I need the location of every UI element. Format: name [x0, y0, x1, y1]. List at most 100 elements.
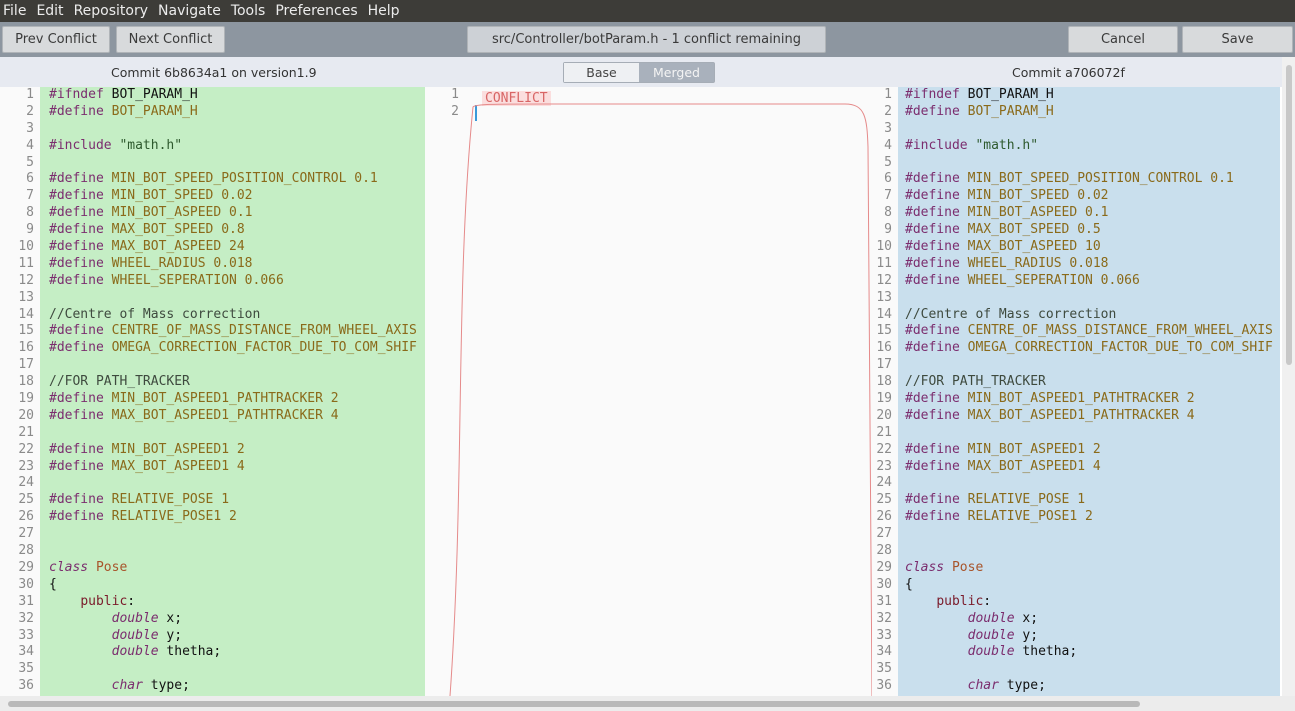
line-number: 36 — [18, 678, 34, 694]
tab-merged[interactable]: Merged — [639, 63, 714, 82]
menu-edit[interactable]: Edit — [32, 0, 69, 22]
code-token: #define — [49, 407, 112, 423]
line-number: 28 — [876, 543, 892, 559]
code-token: y; — [1022, 627, 1039, 643]
code-token: //Centre of Mass correction — [49, 306, 261, 322]
code-token: double — [111, 627, 167, 643]
code-line: #define MAX_BOT_ASPEED1 4 — [49, 459, 425, 476]
line-number: 3 — [884, 120, 892, 136]
line-number: 33 — [18, 627, 34, 643]
code-token: OMEGA_CORRECTION_FACTOR_DUE_TO_COM_SHIF — [111, 340, 417, 356]
code-line: #define RELATIVE_POSE 1 — [49, 492, 425, 509]
code-token: MAX_BOT_ASPEED 24 — [111, 239, 245, 255]
code-token: public — [80, 593, 128, 609]
left-code-area[interactable]: #ifndef BOT_PARAM_H #define BOT_PARAM_H #i… — [47, 87, 425, 696]
code-line: double thetha; — [49, 644, 425, 661]
code-line: #define MIN_BOT_SPEED 0.02 — [905, 188, 1280, 205]
menu-preferences[interactable]: Preferences — [271, 0, 363, 22]
cancel-button[interactable]: Cancel — [1068, 26, 1178, 53]
line-number: 4 — [884, 137, 892, 153]
code-token: #define — [49, 239, 112, 255]
code-token: class — [49, 559, 96, 575]
horizontal-scroll-thumb[interactable] — [8, 701, 1140, 707]
code-token: BOT_PARAM_H — [111, 87, 198, 102]
code-line: char type; — [905, 678, 1280, 695]
line-number: 3 — [26, 120, 34, 136]
line-number: 9 — [26, 222, 34, 238]
code-line: { — [905, 577, 1280, 594]
line-number: 9 — [884, 222, 892, 238]
merged-editor-pane[interactable]: 1 2 CONFLICT — [425, 87, 872, 696]
line-number: 25 — [18, 492, 34, 508]
vertical-scroll-thumb[interactable] — [1286, 65, 1292, 365]
file-status-label: src/Controller/botParam.h - 1 conflict r… — [467, 26, 826, 53]
code-token: thetha; — [1022, 644, 1078, 660]
code-token: #define — [49, 340, 112, 356]
code-token: type; — [150, 678, 190, 694]
menu-file[interactable]: File — [0, 0, 32, 22]
line-number: 2 — [26, 103, 34, 119]
code-token: //FOR PATH_TRACKER — [49, 374, 190, 390]
left-commit-label: Commit 6b8634a1 on version1.9 — [111, 65, 317, 80]
code-line: //Centre of Mass correction — [49, 307, 425, 324]
code-line: #define MIN_BOT_SPEED_POSITION_CONTROL 0… — [49, 171, 425, 188]
menu-repository[interactable]: Repository — [70, 0, 154, 22]
line-number: 23 — [18, 458, 34, 474]
code-token: #define — [905, 323, 968, 339]
code-token: char — [967, 678, 1007, 694]
code-token: #ifndef — [49, 87, 112, 102]
code-token: #define — [905, 239, 968, 255]
line-number: 22 — [18, 441, 34, 457]
line-number: 26 — [876, 509, 892, 525]
code-line: #include "math.h" — [905, 138, 1280, 155]
code-token: BOT_PARAM_H — [967, 103, 1054, 119]
code-line: public: — [905, 594, 1280, 611]
vertical-scrollbar[interactable] — [1282, 57, 1295, 696]
line-number: 25 — [876, 492, 892, 508]
code-token: #define — [49, 205, 112, 221]
code-token: #define — [49, 441, 112, 457]
line-number: 17 — [18, 357, 34, 373]
line-number: 31 — [876, 593, 892, 609]
menu-tools[interactable]: Tools — [227, 0, 272, 22]
code-token: #define — [49, 255, 112, 271]
line-number: 7 — [884, 188, 892, 204]
code-line: #define MAX_BOT_ASPEED1_PATHTRACKER 4 — [905, 408, 1280, 425]
right-commit-label: Commit a706072f — [1012, 65, 1125, 80]
line-number: 22 — [876, 441, 892, 457]
code-token: MIN_BOT_ASPEED1 2 — [967, 441, 1101, 457]
next-conflict-button[interactable]: Next Conflict — [116, 26, 225, 53]
prev-conflict-button[interactable]: Prev Conflict — [2, 26, 110, 53]
menu-navigate[interactable]: Navigate — [154, 0, 227, 22]
horizontal-scrollbar[interactable] — [0, 696, 1295, 711]
tab-base[interactable]: Base — [564, 63, 639, 82]
code-token: y; — [166, 627, 183, 643]
save-button[interactable]: Save — [1182, 26, 1293, 53]
code-line: #define MIN_BOT_ASPEED 0.1 — [49, 205, 425, 222]
code-line: //FOR PATH_TRACKER — [905, 374, 1280, 391]
code-token: CENTRE_OF_MASS_DISTANCE_FROM_WHEEL_AXIS — [111, 323, 417, 339]
code-token: MIN_BOT_ASPEED1 2 — [111, 441, 245, 457]
code-token: #define — [49, 458, 112, 474]
code-line: #define MAX_BOT_ASPEED 24 — [49, 239, 425, 256]
code-line: #define BOT_PARAM_H — [905, 104, 1280, 121]
right-code-area[interactable]: #ifndef BOT_PARAM_H #define BOT_PARAM_H #i… — [903, 87, 1280, 696]
line-number: 21 — [876, 424, 892, 440]
code-token: MAX_BOT_SPEED 0.8 — [111, 222, 245, 238]
code-line: #define RELATIVE_POSE 1 — [905, 492, 1280, 509]
line-number: 29 — [876, 559, 892, 575]
code-token: #define — [49, 509, 112, 525]
menu-help[interactable]: Help — [364, 0, 406, 22]
code-token: #define — [905, 407, 968, 423]
code-token: MAX_BOT_ASPEED1 4 — [111, 458, 245, 474]
line-number: 18 — [876, 374, 892, 390]
